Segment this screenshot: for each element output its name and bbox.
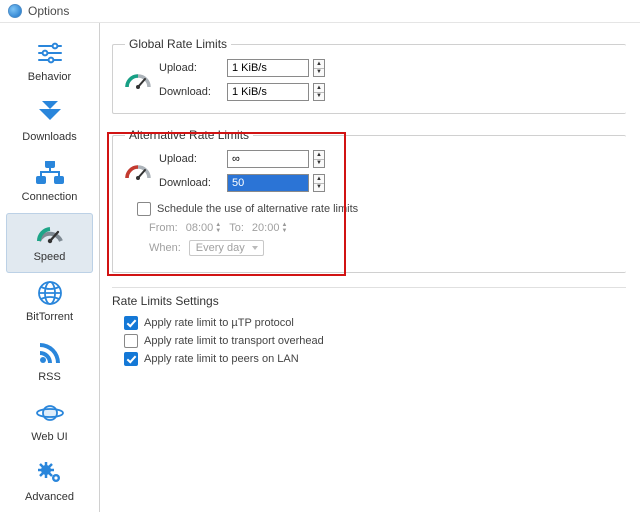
alt-download-input[interactable]	[227, 174, 309, 192]
rss-icon	[35, 339, 65, 367]
sidebar-item-label: Advanced	[25, 491, 74, 503]
sidebar-item-advanced[interactable]: Advanced	[6, 453, 93, 512]
global-download-label: Download:	[159, 86, 223, 98]
lan-checkbox[interactable]	[124, 352, 138, 366]
schedule-label: Schedule the use of alternative rate lim…	[157, 203, 358, 215]
global-upload-input[interactable]	[227, 59, 309, 77]
gears-icon	[35, 459, 65, 487]
when-day-select[interactable]: Every day	[189, 240, 264, 256]
settings-title: Rate Limits Settings	[112, 287, 626, 312]
content-pane: Global Rate Limits Upload: ▲▼	[100, 23, 640, 512]
to-label: To:	[229, 222, 244, 234]
gauge-icon-red	[125, 158, 151, 184]
options-window: Options Behavior	[0, 0, 640, 512]
gauge-icon	[35, 219, 65, 247]
overhead-checkbox[interactable]	[124, 334, 138, 348]
sidebar-item-downloads[interactable]: Downloads	[6, 93, 93, 153]
global-download-input[interactable]	[227, 83, 309, 101]
planet-icon	[35, 399, 65, 427]
global-rate-limits-group: Global Rate Limits Upload: ▲▼	[112, 37, 626, 114]
alt-download-spinner[interactable]: ▲▼	[313, 174, 325, 192]
globe-icon	[35, 279, 65, 307]
alt-upload-label: Upload:	[159, 153, 223, 165]
from-time-input[interactable]: 08:00	[186, 222, 214, 234]
alternative-rate-limits-group: Alternative Rate Limits Upload: ▲▼	[112, 128, 626, 273]
sidebar-item-connection[interactable]: Connection	[6, 153, 93, 213]
sidebar: Behavior Downloads	[0, 23, 100, 512]
alt-upload-input[interactable]	[227, 150, 309, 168]
sidebar-item-bittorrent[interactable]: BitTorrent	[6, 273, 93, 333]
utp-checkbox[interactable]	[124, 316, 138, 330]
download-icon	[35, 99, 65, 127]
sidebar-item-label: Speed	[34, 251, 66, 263]
titlebar: Options	[0, 0, 640, 23]
global-upload-label: Upload:	[159, 62, 223, 74]
when-label: When:	[149, 242, 181, 254]
from-label: From:	[149, 222, 178, 234]
group-title: Alternative Rate Limits	[125, 128, 253, 142]
window-title: Options	[28, 4, 69, 18]
group-title: Global Rate Limits	[125, 37, 231, 51]
alt-download-label: Download:	[159, 177, 223, 189]
sidebar-item-label: Downloads	[22, 131, 76, 143]
sidebar-item-webui[interactable]: Web UI	[6, 393, 93, 453]
to-time-spinner[interactable]: ▲▼	[281, 222, 287, 234]
sidebar-item-behavior[interactable]: Behavior	[6, 33, 93, 93]
global-upload-spinner[interactable]: ▲▼	[313, 59, 325, 77]
app-icon	[8, 4, 22, 18]
alt-upload-spinner[interactable]: ▲▼	[313, 150, 325, 168]
gauge-icon-green	[125, 67, 151, 93]
sidebar-item-label: RSS	[38, 371, 61, 383]
schedule-checkbox[interactable]	[137, 202, 151, 216]
overhead-label: Apply rate limit to transport overhead	[144, 335, 324, 347]
sidebar-item-label: Connection	[22, 191, 78, 203]
sidebar-item-rss[interactable]: RSS	[6, 333, 93, 393]
lan-label: Apply rate limit to peers on LAN	[144, 353, 299, 365]
to-time-input[interactable]: 20:00	[252, 222, 280, 234]
global-download-spinner[interactable]: ▲▼	[313, 83, 325, 101]
sidebar-item-label: Behavior	[28, 71, 71, 83]
sidebar-item-label: BitTorrent	[26, 311, 73, 323]
from-time-spinner[interactable]: ▲▼	[215, 222, 221, 234]
sidebar-item-label: Web UI	[31, 431, 67, 443]
utp-label: Apply rate limit to µTP protocol	[144, 317, 294, 329]
network-icon	[35, 159, 65, 187]
sliders-icon	[35, 39, 65, 67]
sidebar-item-speed[interactable]: Speed	[6, 213, 93, 273]
